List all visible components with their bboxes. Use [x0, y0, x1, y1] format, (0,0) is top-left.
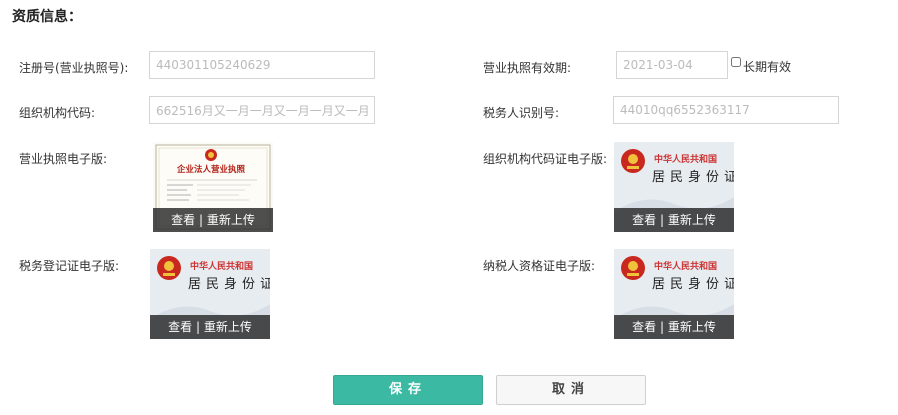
long-term-checkbox[interactable] [731, 57, 741, 67]
reg-no-label: 注册号(营业执照号): [19, 61, 129, 75]
org-code-cert-thumbnail: 中华人民共和国 居民身份证 查看 | 重新上传 [614, 142, 734, 232]
business-license-reupload-link[interactable]: 重新上传 [207, 213, 255, 227]
tax-reg-cert-reupload-link[interactable]: 重新上传 [204, 320, 252, 334]
tax-id-input[interactable] [613, 96, 839, 124]
action-separator: | [656, 320, 668, 334]
save-button[interactable]: 保存 [333, 375, 483, 405]
tax-reg-cert-thumbnail: 中华人民共和国 居民身份证 查看 | 重新上传 [150, 249, 270, 339]
taxpayer-cert-card-title: 居民身份证 [652, 276, 734, 292]
org-code-input[interactable] [149, 96, 375, 124]
business-license-card-title: 企业法人营业执照 [176, 164, 246, 175]
taxpayer-cert-label: 纳税人资格证电子版: [483, 259, 596, 273]
tax-reg-cert-actions: 查看 | 重新上传 [150, 315, 270, 339]
tax-id-label: 税务人识别号: [483, 106, 560, 120]
action-separator: | [656, 213, 668, 227]
tax-reg-cert-card-country: 中华人民共和国 [190, 260, 253, 272]
tax-reg-cert-view-link[interactable]: 查看 [168, 320, 192, 334]
business-license-label: 营业执照电子版: [19, 152, 108, 166]
taxpayer-cert-view-link[interactable]: 查看 [632, 320, 656, 334]
action-separator: | [195, 213, 207, 227]
business-license-thumbnail: 企业法人营业执照 查看 | 重新上传 [153, 142, 273, 232]
long-term-label: 长期有效 [743, 60, 792, 74]
org-code-cert-reupload-link[interactable]: 重新上传 [668, 213, 716, 227]
tax-reg-cert-label: 税务登记证电子版: [19, 259, 120, 273]
license-validity-date-input[interactable] [616, 51, 728, 79]
taxpayer-cert-actions: 查看 | 重新上传 [614, 315, 734, 339]
taxpayer-cert-thumbnail: 中华人民共和国 居民身份证 查看 | 重新上传 [614, 249, 734, 339]
org-code-cert-actions: 查看 | 重新上传 [614, 208, 734, 232]
taxpayer-cert-reupload-link[interactable]: 重新上传 [668, 320, 716, 334]
taxpayer-cert-card-country: 中华人民共和国 [654, 260, 717, 272]
cancel-button[interactable]: 取消 [496, 375, 646, 405]
org-code-cert-label: 组织机构代码证电子版: [483, 152, 608, 166]
reg-no-input[interactable] [149, 51, 375, 79]
action-separator: | [192, 320, 204, 334]
license-validity-label: 营业执照有效期: [483, 61, 572, 75]
org-code-cert-view-link[interactable]: 查看 [632, 213, 656, 227]
org-code-label: 组织机构代码: [19, 106, 96, 120]
business-license-actions: 查看 | 重新上传 [153, 208, 273, 232]
org-code-cert-card-title: 居民身份证 [652, 169, 734, 185]
business-license-view-link[interactable]: 查看 [171, 213, 195, 227]
tax-reg-cert-card-title: 居民身份证 [188, 276, 270, 292]
org-code-cert-card-country: 中华人民共和国 [654, 153, 717, 165]
section-title: 资质信息： [12, 9, 82, 25]
